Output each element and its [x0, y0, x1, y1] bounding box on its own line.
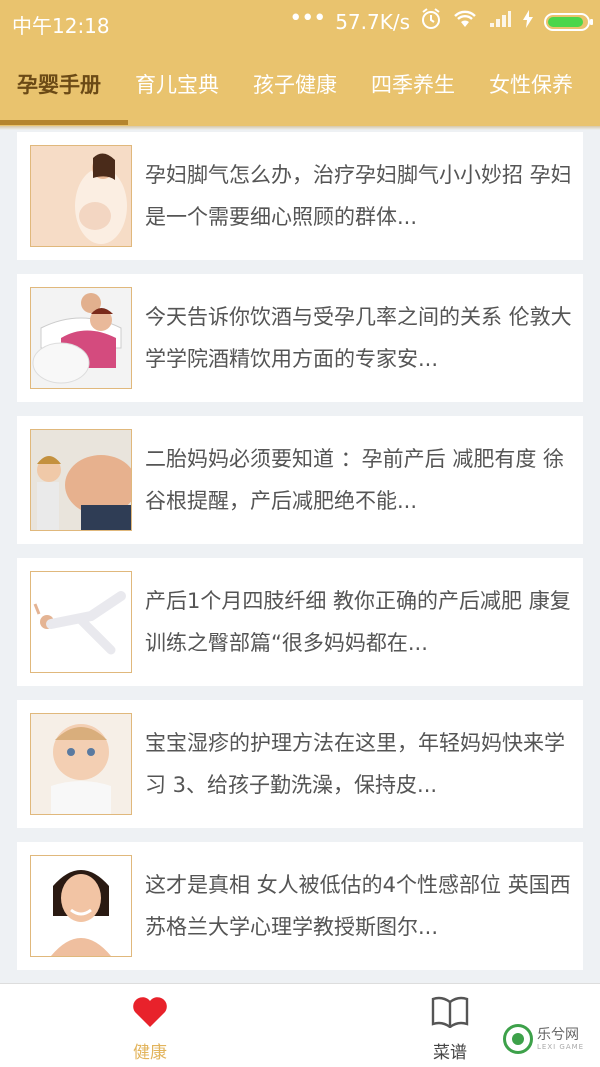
- article-card[interactable]: 这才是真相 女人被低估的4个性感部位 英国西苏格兰大学心理学教授斯图尔...: [17, 842, 583, 970]
- active-tab-indicator: [0, 120, 128, 125]
- article-thumbnail: [30, 145, 132, 247]
- watermark-subtext: LEXI GAME: [537, 1043, 585, 1051]
- article-thumbnail: [30, 713, 132, 815]
- article-card[interactable]: 宝宝湿疹的护理方法在这里，年轻妈妈快来学习 3、给孩子勤洗澡，保持皮...: [17, 700, 583, 828]
- article-card[interactable]: 孕妇脚气怎么办，治疗孕妇脚气小小妙招 孕妇是一个需要细心照顾的群体...: [17, 132, 583, 260]
- network-speed: 57.7K/s: [335, 9, 410, 34]
- alarm-icon: [420, 8, 442, 35]
- tab-child-health[interactable]: 孩子健康: [236, 60, 354, 110]
- nav-recipes[interactable]: 菜谱: [390, 992, 510, 1063]
- article-card[interactable]: 今天告诉你饮酒与受孕几率之间的关系 伦敦大学学院酒精饮用方面的专家安...: [17, 274, 583, 402]
- status-bar: 中午12:18 ••• 57.7K/s: [0, 0, 600, 44]
- tab-parenting-guide[interactable]: 育儿宝典: [118, 60, 236, 110]
- article-title: 产后1个月四肢纤细 教你正确的产后减肥 康复训练之臀部篇“很多妈妈都在...: [145, 589, 571, 655]
- tab-womens-care[interactable]: 女性保养: [472, 60, 590, 110]
- more-dots-icon: •••: [289, 6, 326, 31]
- charging-icon: [522, 9, 534, 34]
- wifi-icon: [452, 9, 478, 34]
- article-title: 宝宝湿疹的护理方法在这里，年轻妈妈快来学习 3、给孩子勤洗澡，保持皮...: [145, 731, 565, 797]
- status-time: 中午12:18: [12, 14, 110, 38]
- watermark-text: 乐兮网: [537, 1027, 579, 1043]
- heart-icon: [90, 992, 210, 1032]
- tab-pregnancy-handbook[interactable]: 孕婴手册: [0, 60, 118, 110]
- article-title: 这才是真相 女人被低估的4个性感部位 英国西苏格兰大学心理学教授斯图尔...: [145, 873, 571, 939]
- article-title: 孕妇脚气怎么办，治疗孕妇脚气小小妙招 孕妇是一个需要细心照顾的群体...: [145, 163, 572, 229]
- article-thumbnail: [30, 855, 132, 957]
- signal-icon: [488, 9, 512, 34]
- article-card[interactable]: 二胎妈妈必须要知道 ：孕前产后 减肥有度 徐谷根提醒，产后减肥绝不能...: [17, 416, 583, 544]
- article-title: 今天告诉你饮酒与受孕几率之间的关系 伦敦大学学院酒精饮用方面的专家安...: [145, 305, 572, 371]
- article-thumbnail: [30, 429, 132, 531]
- nav-health[interactable]: 健康: [90, 992, 210, 1063]
- article-card[interactable]: 产后1个月四肢纤细 教你正确的产后减肥 康复训练之臀部篇“很多妈妈都在...: [17, 558, 583, 686]
- category-tabs: 孕婴手册 育儿宝典 孩子健康 四季养生 女性保养: [0, 60, 590, 110]
- site-watermark: 乐兮网 LEXI GAME: [503, 1024, 584, 1054]
- open-book-icon: [390, 992, 510, 1032]
- article-list: 孕妇脚气怎么办，治疗孕妇脚气小小妙招 孕妇是一个需要细心照顾的群体... 今天告…: [17, 132, 583, 984]
- article-thumbnail: [30, 571, 132, 673]
- status-icons: ••• 57.7K/s: [289, 6, 593, 35]
- app-header: 中午12:18 ••• 57.7K/s 孕婴手册 育儿宝典 孩子健康 四季养生: [0, 0, 600, 126]
- nav-recipes-label: 菜谱: [433, 1043, 467, 1063]
- nav-health-label: 健康: [133, 1043, 167, 1063]
- tab-seasonal-wellness[interactable]: 四季养生: [354, 60, 472, 110]
- article-thumbnail: [30, 287, 132, 389]
- watermark-logo-icon: [503, 1024, 533, 1054]
- battery-icon: [544, 12, 593, 31]
- article-title: 二胎妈妈必须要知道 ：孕前产后 减肥有度 徐谷根提醒，产后减肥绝不能...: [145, 447, 565, 513]
